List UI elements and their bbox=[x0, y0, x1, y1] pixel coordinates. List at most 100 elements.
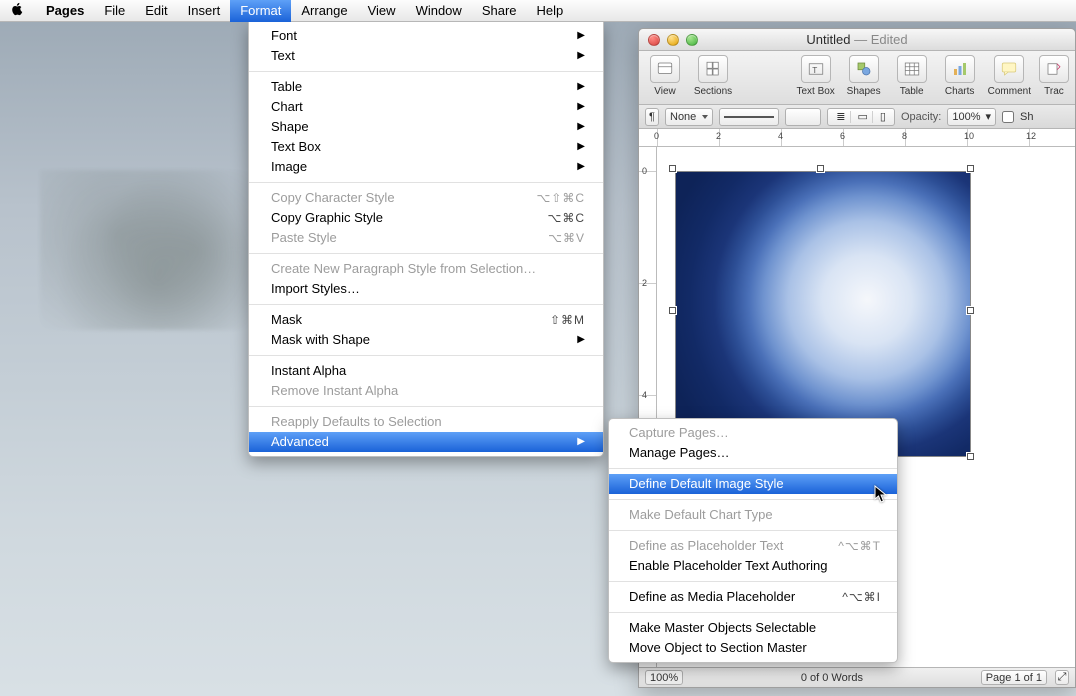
statusbar-misc-icon[interactable]: ⤢ bbox=[1055, 670, 1069, 685]
format-menu-item-text[interactable]: Text▶ bbox=[249, 46, 603, 66]
format-menu-item-mask-with-shape[interactable]: Mask with Shape▶ bbox=[249, 330, 603, 350]
format-menu-item-create-new-paragraph-style-from-selection: Create New Paragraph Style from Selectio… bbox=[249, 259, 603, 279]
menu-item-label: Shape bbox=[271, 117, 309, 137]
window-title: Untitled — Edited bbox=[639, 32, 1075, 47]
toolbar-track-button[interactable]: Trac bbox=[1039, 55, 1069, 97]
toolbar-charts-button[interactable]: Charts bbox=[940, 55, 980, 97]
ruler-tick-label: 2 bbox=[716, 131, 721, 141]
toolbar-view-button[interactable]: View bbox=[645, 55, 685, 97]
format-menu-item-shape[interactable]: Shape▶ bbox=[249, 117, 603, 137]
format-menu-item-text-box[interactable]: Text Box▶ bbox=[249, 137, 603, 157]
toolbar-text-box-button[interactable]: T Text Box bbox=[796, 55, 836, 97]
format-menu-item-image[interactable]: Image▶ bbox=[249, 157, 603, 177]
cursor-icon bbox=[874, 485, 888, 505]
toolbar-sections-button[interactable]: Sections bbox=[693, 55, 733, 97]
format-menu-item-copy-graphic-style[interactable]: Copy Graphic Style⌥⌘C bbox=[249, 208, 603, 228]
format-dropdown: Font▶Text▶Table▶Chart▶Shape▶Text Box▶Ima… bbox=[248, 22, 604, 457]
menu-format[interactable]: Format bbox=[230, 0, 291, 22]
window-edited-indicator: — Edited bbox=[850, 32, 907, 47]
format-menu-item-mask[interactable]: Mask⇧⌘M bbox=[249, 310, 603, 330]
menu-app-name[interactable]: Pages bbox=[36, 0, 94, 22]
menu-item-shortcut: ⌥⌘V bbox=[548, 228, 585, 248]
horizontal-ruler[interactable]: 024681012 bbox=[639, 129, 1075, 147]
opacity-field[interactable]: 100%▾ bbox=[947, 108, 996, 126]
paragraph-style-dropdown[interactable]: None bbox=[665, 108, 713, 126]
window-minimize-button[interactable] bbox=[667, 34, 679, 46]
advanced-menu-item-capture-pages: Capture Pages… bbox=[609, 423, 897, 443]
zoom-value: 100% bbox=[650, 672, 678, 684]
menu-item-shortcut: ⇧⌘M bbox=[550, 310, 585, 330]
apple-menu-icon[interactable] bbox=[10, 2, 36, 19]
toolbar-track-label: Trac bbox=[1044, 86, 1064, 97]
window-titlebar[interactable]: Untitled — Edited bbox=[639, 29, 1075, 51]
window-zoom-button[interactable] bbox=[686, 34, 698, 46]
ruler-tick-label: 6 bbox=[840, 131, 845, 141]
menu-arrange[interactable]: Arrange bbox=[291, 0, 357, 22]
selection-handle-bottom-right[interactable] bbox=[967, 453, 974, 460]
menu-share[interactable]: Share bbox=[472, 0, 527, 22]
menu-view[interactable]: View bbox=[358, 0, 406, 22]
format-menu-item-chart[interactable]: Chart▶ bbox=[249, 97, 603, 117]
advanced-menu-item-move-object-to-section-master[interactable]: Move Object to Section Master bbox=[609, 638, 897, 658]
submenu-arrow-icon: ▶ bbox=[577, 26, 585, 46]
format-bar: ¶ None ≣▭▯ Opacity: 100%▾ Sh bbox=[639, 105, 1075, 129]
selection-handle-mid-left[interactable] bbox=[669, 307, 676, 314]
ruler-tick-label: 2 bbox=[642, 278, 647, 288]
advanced-menu-item-enable-placeholder-text-authoring[interactable]: Enable Placeholder Text Authoring bbox=[609, 556, 897, 576]
opacity-value: 100% bbox=[952, 111, 980, 123]
advanced-menu-item-define-default-image-style[interactable]: Define Default Image Style bbox=[609, 474, 897, 494]
menu-item-label: Define as Media Placeholder bbox=[629, 587, 795, 607]
toolbar-table-button[interactable]: Table bbox=[892, 55, 932, 97]
menu-edit[interactable]: Edit bbox=[135, 0, 177, 22]
menu-item-label: Paste Style bbox=[271, 228, 337, 248]
ruler-tick-label: 8 bbox=[902, 131, 907, 141]
window-close-button[interactable] bbox=[648, 34, 660, 46]
selection-handle-top-right[interactable] bbox=[967, 165, 974, 172]
menu-item-label: Manage Pages… bbox=[629, 443, 729, 463]
wrap-segmented[interactable]: ≣▭▯ bbox=[827, 108, 895, 126]
line-end-picker[interactable] bbox=[785, 108, 821, 126]
selection-handle-top-left[interactable] bbox=[669, 165, 676, 172]
menu-item-label: Capture Pages… bbox=[629, 423, 729, 443]
menu-item-label: Remove Instant Alpha bbox=[271, 381, 398, 401]
format-menu-item-import-styles[interactable]: Import Styles… bbox=[249, 279, 603, 299]
advanced-menu-item-define-as-media-placeholder[interactable]: Define as Media Placeholder ^⌥⌘I bbox=[609, 587, 897, 607]
menu-insert[interactable]: Insert bbox=[178, 0, 231, 22]
advanced-menu-item-manage-pages[interactable]: Manage Pages… bbox=[609, 443, 897, 463]
menu-item-shortcut: ⌥⇧⌘C bbox=[536, 188, 585, 208]
menu-file[interactable]: File bbox=[94, 0, 135, 22]
menu-item-shortcut: ^⌥⌘I bbox=[842, 587, 881, 607]
format-menu-item-copy-character-style: Copy Character Style⌥⇧⌘C bbox=[249, 188, 603, 208]
toolbar-shapes-button[interactable]: Shapes bbox=[844, 55, 884, 97]
toolbar-comment-button[interactable]: Comment bbox=[988, 55, 1031, 97]
format-menu-item-table[interactable]: Table▶ bbox=[249, 77, 603, 97]
submenu-arrow-icon: ▶ bbox=[577, 97, 585, 117]
toolbar-sections-label: Sections bbox=[694, 86, 732, 97]
toolbar-shapes-label: Shapes bbox=[847, 86, 881, 97]
page-nav-dropdown[interactable]: Page 1 of 1 bbox=[981, 670, 1047, 685]
selection-handle-top-mid[interactable] bbox=[817, 165, 824, 172]
menu-item-label: Mask with Shape bbox=[271, 330, 370, 350]
window-statusbar: 100% 0 of 0 Words Page 1 of 1 ⤢ bbox=[639, 667, 1075, 687]
ruler-tick-label: 10 bbox=[964, 131, 974, 141]
menu-item-label: Advanced bbox=[271, 432, 329, 452]
zoom-dropdown[interactable]: 100% bbox=[645, 670, 683, 685]
page-indicator: Page 1 of 1 bbox=[986, 672, 1042, 684]
stroke-style-picker[interactable] bbox=[719, 108, 779, 126]
toolbar-view-label: View bbox=[654, 86, 676, 97]
submenu-arrow-icon: ▶ bbox=[577, 137, 585, 157]
advanced-menu-item-make-master-objects-selectable[interactable]: Make Master Objects Selectable bbox=[609, 618, 897, 638]
inserted-image[interactable] bbox=[675, 171, 971, 457]
opacity-label: Opacity: bbox=[901, 111, 941, 123]
paragraph-style-picker[interactable]: ¶ bbox=[645, 108, 659, 126]
menu-item-label: Define Default Image Style bbox=[629, 474, 784, 494]
format-menu-item-instant-alpha[interactable]: Instant Alpha bbox=[249, 361, 603, 381]
format-menu-item-advanced[interactable]: Advanced▶ bbox=[249, 432, 603, 452]
shadow-checkbox[interactable] bbox=[1002, 111, 1014, 123]
menu-help[interactable]: Help bbox=[527, 0, 574, 22]
advanced-menu-item-make-default-chart-type: Make Default Chart Type bbox=[609, 505, 897, 525]
selection-handle-mid-right[interactable] bbox=[967, 307, 974, 314]
menu-window[interactable]: Window bbox=[406, 0, 472, 22]
format-menu-item-paste-style: Paste Style ⌥⌘V bbox=[249, 228, 603, 248]
format-menu-item-font[interactable]: Font▶ bbox=[249, 26, 603, 46]
